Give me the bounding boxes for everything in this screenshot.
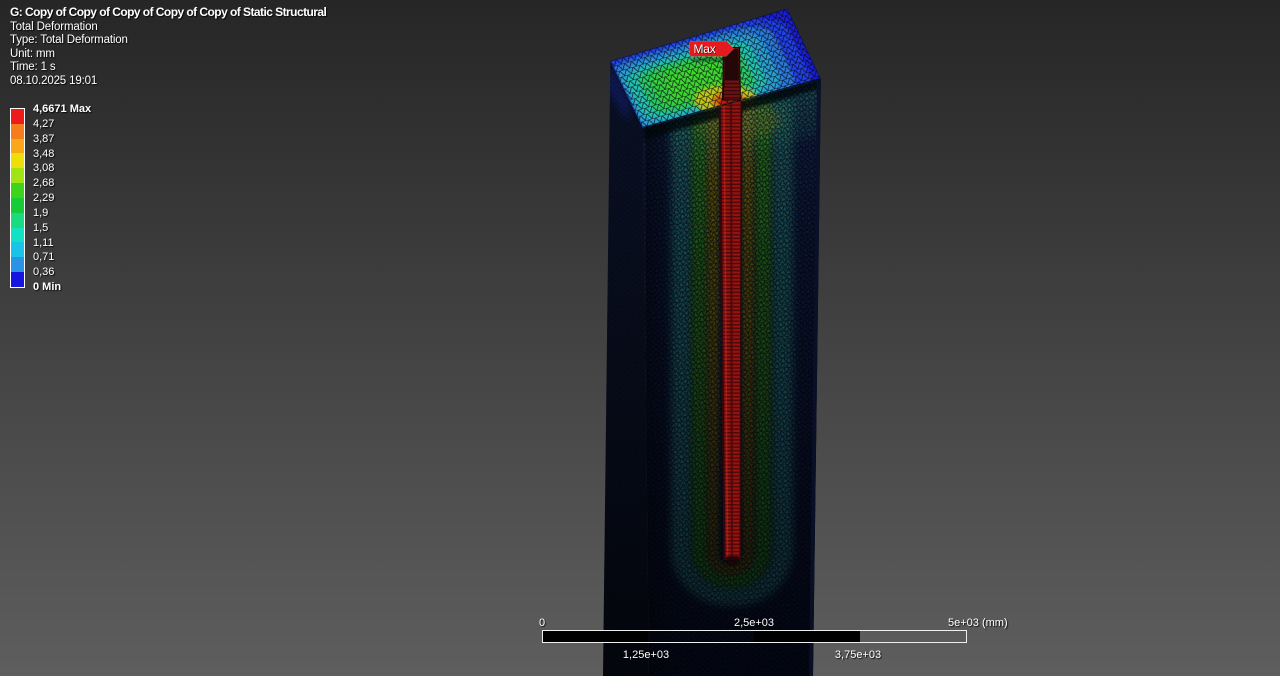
svg-text:Max: Max	[694, 42, 716, 56]
